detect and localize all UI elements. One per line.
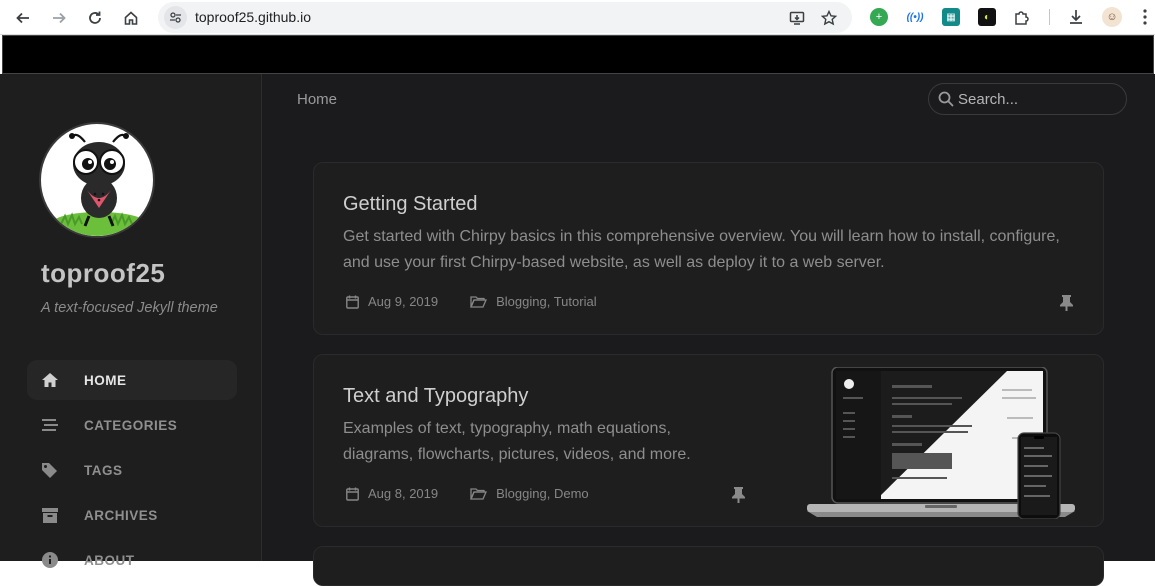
site-title[interactable]: toproof25 xyxy=(41,258,165,289)
post-categories: Blogging, Tutorial xyxy=(496,294,597,309)
extension-grid-icon[interactable]: ▦ xyxy=(942,8,960,26)
profile-avatar-icon[interactable]: ☺ xyxy=(1102,7,1122,27)
url-text: toproof25.github.io xyxy=(195,9,311,25)
address-bar[interactable]: toproof25.github.io xyxy=(158,2,852,33)
extension-dark-icon[interactable]: ◐ xyxy=(978,8,996,26)
folder-open-icon xyxy=(470,487,488,501)
forward-icon[interactable] xyxy=(47,6,71,30)
calendar-icon xyxy=(345,487,359,501)
tags-icon xyxy=(41,461,59,479)
post-card[interactable]: Getting Started Get started with Chirpy … xyxy=(313,162,1104,335)
post-card[interactable]: Text and Typography Examples of text, ty… xyxy=(313,354,1104,527)
menu-kebab-icon[interactable] xyxy=(1140,8,1150,26)
post-date: Aug 9, 2019 xyxy=(368,294,439,309)
folder-open-icon xyxy=(470,295,488,309)
stream-icon xyxy=(41,416,59,434)
sidebar-nav: HOME CATEGORIES TAGS ARCHIVES ABOUT xyxy=(27,360,237,585)
download-icon[interactable] xyxy=(1067,8,1085,26)
search-icon xyxy=(938,91,954,107)
extension-wave-icon[interactable]: ((•)) xyxy=(906,8,924,26)
site-body: toproof25 A text-focused Jekyll theme HO… xyxy=(0,74,1155,586)
post-title[interactable]: Getting Started xyxy=(343,193,478,216)
back-icon[interactable] xyxy=(11,6,35,30)
sidebar: toproof25 A text-focused Jekyll theme HO… xyxy=(0,74,262,568)
home-icon xyxy=(41,371,59,389)
extensions-puzzle-icon[interactable] xyxy=(1013,8,1031,26)
install-app-icon[interactable] xyxy=(787,8,807,28)
post-date: Aug 8, 2019 xyxy=(368,486,439,501)
reload-icon[interactable] xyxy=(83,6,107,30)
post-card[interactable] xyxy=(313,546,1104,586)
sidebar-item-label: ARCHIVES xyxy=(84,507,158,523)
post-meta: Aug 8, 2019 Blogging, Demo xyxy=(345,486,589,501)
toolbar-divider xyxy=(1049,9,1050,25)
sidebar-item-home[interactable]: HOME xyxy=(27,360,237,400)
sidebar-item-categories[interactable]: CATEGORIES xyxy=(27,405,237,445)
post-title[interactable]: Text and Typography xyxy=(343,385,528,408)
sidebar-item-tags[interactable]: TAGS xyxy=(27,450,237,490)
sidebar-item-label: HOME xyxy=(84,372,127,388)
bookmark-star-icon[interactable] xyxy=(819,8,839,28)
extension-green-plus-icon[interactable]: + xyxy=(870,8,888,26)
sidebar-item-archives[interactable]: ARCHIVES xyxy=(27,495,237,535)
site-subtitle: A text-focused Jekyll theme xyxy=(41,300,218,316)
avatar[interactable] xyxy=(39,122,155,238)
sidebar-item-label: CATEGORIES xyxy=(84,417,178,433)
info-icon xyxy=(41,551,59,569)
home-browser-icon[interactable] xyxy=(119,6,143,30)
sidebar-item-label: ABOUT xyxy=(84,552,135,568)
post-preview-image xyxy=(807,366,1075,520)
browser-toolbar: toproof25.github.io + ((•)) ▦ ◐ ☺ xyxy=(0,0,1155,35)
post-categories: Blogging, Demo xyxy=(496,486,589,501)
black-banner xyxy=(2,35,1154,74)
sidebar-item-label: TAGS xyxy=(84,462,123,478)
breadcrumb[interactable]: Home xyxy=(297,91,337,108)
pin-icon xyxy=(1060,295,1074,311)
calendar-icon xyxy=(345,295,359,309)
search-box[interactable] xyxy=(928,83,1127,115)
sidebar-item-about[interactable]: ABOUT xyxy=(27,540,237,580)
pin-icon xyxy=(732,487,746,503)
post-description: Examples of text, typography, math equat… xyxy=(343,420,691,463)
post-meta: Aug 9, 2019 Blogging, Tutorial xyxy=(345,294,597,309)
search-input[interactable] xyxy=(958,89,1118,109)
site-info-icon[interactable] xyxy=(164,6,187,29)
post-description: Get started with Chirpy basics in this c… xyxy=(343,228,1060,271)
archive-icon xyxy=(41,506,59,524)
